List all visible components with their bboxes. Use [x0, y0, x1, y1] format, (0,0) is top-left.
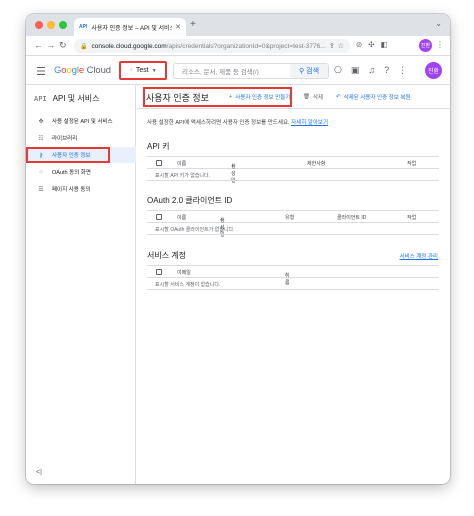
page-toolbar: 사용자 인증 정보 + 사용자 인증 정보 만들기 🗑 삭제 ↶ 삭제된 사용자…	[137, 85, 450, 109]
table-header: 이름 생성일 ↓ 제한사항 작업	[147, 156, 439, 184]
column-actions: 작업	[407, 215, 417, 221]
extensions-bar: ⊘ ✣ ◧	[356, 40, 388, 49]
reload-icon[interactable]: ↻	[59, 40, 67, 51]
url-path: /apis/credentials?organizationId=0&proje…	[166, 42, 326, 50]
tab-close-icon[interactable]: ✕	[175, 23, 181, 31]
table-header: 이메일 이름 ↑	[147, 265, 439, 286]
menu-icon[interactable]: ☰	[36, 65, 46, 78]
forward-icon[interactable]: →	[46, 40, 55, 50]
delete-button[interactable]: 🗑 삭제	[303, 93, 323, 101]
extension-icon[interactable]: ⊘	[356, 40, 362, 49]
console-header: ☰ Google Cloud ⁖ Test ▼ 리소스, 문서, 제품 등 검색…	[26, 57, 450, 85]
url-host: console.cloud.google.com	[91, 42, 167, 50]
sidebar: API API 및 서비스 ✥ 사용 설정된 API 및 서비스 ☷ 라이브러리…	[26, 85, 136, 484]
table-header: 이름 생성일 ↓ 유형 클라이언트 ID 작업	[147, 210, 439, 238]
sidebar-toggle-icon[interactable]: ◧	[381, 40, 388, 49]
sidebar-item-library[interactable]: ☷ 라이브러리	[26, 130, 136, 146]
select-all-checkbox[interactable]	[156, 214, 162, 220]
plus-icon: +	[229, 94, 233, 100]
browser-profile-avatar[interactable]: 진환	[419, 39, 432, 52]
oauth-title: OAuth 2.0 클라이언트 ID	[147, 196, 233, 205]
service-accounts-table: 이메일 이름 ↑ 표시할 서비스 계정이 없습니다.	[147, 265, 439, 290]
library-icon: ☷	[38, 135, 44, 142]
project-name: Test	[135, 67, 149, 74]
create-credentials-button[interactable]: + 사용자 인증 정보 만들기	[229, 93, 290, 101]
learn-more-link[interactable]: 자세히 알아보기	[291, 120, 328, 126]
api-keys-title: API 키	[147, 142, 170, 151]
manage-service-accounts-link[interactable]: 서비스 계정 관리	[400, 252, 438, 260]
column-type[interactable]: 유형	[285, 214, 294, 221]
restore-credentials-button[interactable]: ↶ 삭제된 사용자 인증 정보 복원	[336, 93, 410, 101]
title-bar: API 사용자 인증 정보 – API 및 서비스 ... ✕ + ⌄	[26, 14, 450, 36]
select-all-checkbox[interactable]	[156, 160, 162, 166]
project-picker[interactable]: ⁖ Test ▼	[119, 61, 167, 80]
puzzle-icon[interactable]: ✣	[368, 40, 374, 49]
dashboard-icon: ✥	[38, 118, 44, 125]
collapse-sidebar-icon[interactable]: <|	[36, 469, 42, 476]
search-button[interactable]: ⚲ 검색	[290, 64, 328, 78]
address-bar: ← → ↻ 🔒 console.cloud.google.com /apis/c…	[26, 36, 450, 56]
column-client-id: 클라이언트 ID	[337, 215, 367, 221]
more-vert-icon[interactable]: ⋮	[436, 40, 444, 49]
search-placeholder: 리소스, 문서, 제품 등 검색(/)	[182, 69, 259, 76]
new-tab-button[interactable]: +	[190, 19, 196, 30]
sidebar-item-page-agreements[interactable]: ☰ 페이지 사용 동의	[26, 181, 136, 197]
sidebar-item-oauth-consent[interactable]: ⁘ OAuth 동의 화면	[26, 164, 136, 180]
google-cloud-logo[interactable]: Google Cloud	[54, 65, 111, 76]
sidebar-item-enabled-apis[interactable]: ✥ 사용 설정된 API 및 서비스	[26, 113, 136, 129]
sidebar-title: API API 및 서비스	[34, 94, 100, 103]
column-actions: 작업	[407, 161, 417, 167]
api-icon: API	[34, 94, 47, 103]
api-favicon-icon: API	[79, 24, 88, 30]
empty-row: 표시할 API 키가 없습니다.	[147, 169, 439, 181]
back-icon[interactable]: ←	[34, 40, 43, 50]
empty-row: 표시할 OAuth 클라이언트가 없습니다.	[147, 223, 439, 235]
oauth-table: 이름 생성일 ↓ 유형 클라이언트 ID 작업 표시할 OAuth 클라이언트가…	[147, 210, 439, 238]
select-all-checkbox[interactable]	[156, 269, 162, 275]
bookmark-star-icon[interactable]: ☆	[338, 42, 344, 50]
highlight-box-credentials	[26, 147, 110, 163]
url-field[interactable]: 🔒 console.cloud.google.com /apis/credent…	[74, 39, 350, 53]
lock-icon: 🔒	[80, 43, 88, 50]
minimize-window-button[interactable]	[47, 21, 55, 29]
avatar[interactable]: 진환	[425, 62, 442, 79]
close-window-button[interactable]	[35, 21, 43, 29]
more-vert-icon[interactable]: ⋮	[398, 65, 407, 76]
trash-icon: 🗑	[303, 94, 310, 100]
project-dots-icon: ⁖	[129, 68, 133, 74]
main-content: 사용자 인증 정보 + 사용자 인증 정보 만들기 🗑 삭제 ↶ 삭제된 사용자…	[137, 85, 450, 484]
maximize-window-button[interactable]	[59, 21, 67, 29]
column-name[interactable]: 이름	[177, 214, 186, 221]
column-email[interactable]: 이메일	[177, 269, 191, 276]
header-actions: ⎔ ▣ ♫ ? ⋮	[334, 65, 407, 76]
notifications-icon[interactable]: ♫	[368, 65, 375, 76]
browser-tab[interactable]: API 사용자 인증 정보 – API 및 서비스 ... ✕	[74, 18, 186, 36]
service-accounts-title: 서비스 계정	[147, 251, 187, 260]
gift-icon[interactable]: ⎔	[334, 65, 342, 76]
tab-search-icon[interactable]: ⌄	[435, 19, 442, 28]
cloud-shell-icon[interactable]: ▣	[351, 65, 360, 76]
column-name[interactable]: 이름	[177, 160, 186, 167]
empty-row: 표시할 서비스 계정이 없습니다.	[147, 278, 439, 290]
column-restrictions: 제한사항	[307, 161, 326, 167]
agreement-icon: ☰	[38, 186, 44, 193]
browser-window: API 사용자 인증 정보 – API 및 서비스 ... ✕ + ⌄ ← → …	[26, 14, 450, 484]
caret-down-icon: ▼	[151, 67, 157, 74]
tab-title: 사용자 인증 정보 – API 및 서비스 ...	[91, 25, 172, 32]
share-icon[interactable]: ⇪	[329, 42, 335, 50]
search-icon: ⚲	[298, 68, 305, 75]
intro-text: 사용 설정한 API에 액세스하려면 사용자 인증 정보를 만드세요. 자세히 …	[147, 120, 329, 126]
consent-icon: ⁘	[38, 169, 44, 176]
api-keys-table: 이름 생성일 ↓ 제한사항 작업 표시할 API 키가 없습니다.	[147, 156, 439, 184]
restore-icon: ↶	[336, 94, 341, 100]
help-icon[interactable]: ?	[384, 65, 389, 76]
